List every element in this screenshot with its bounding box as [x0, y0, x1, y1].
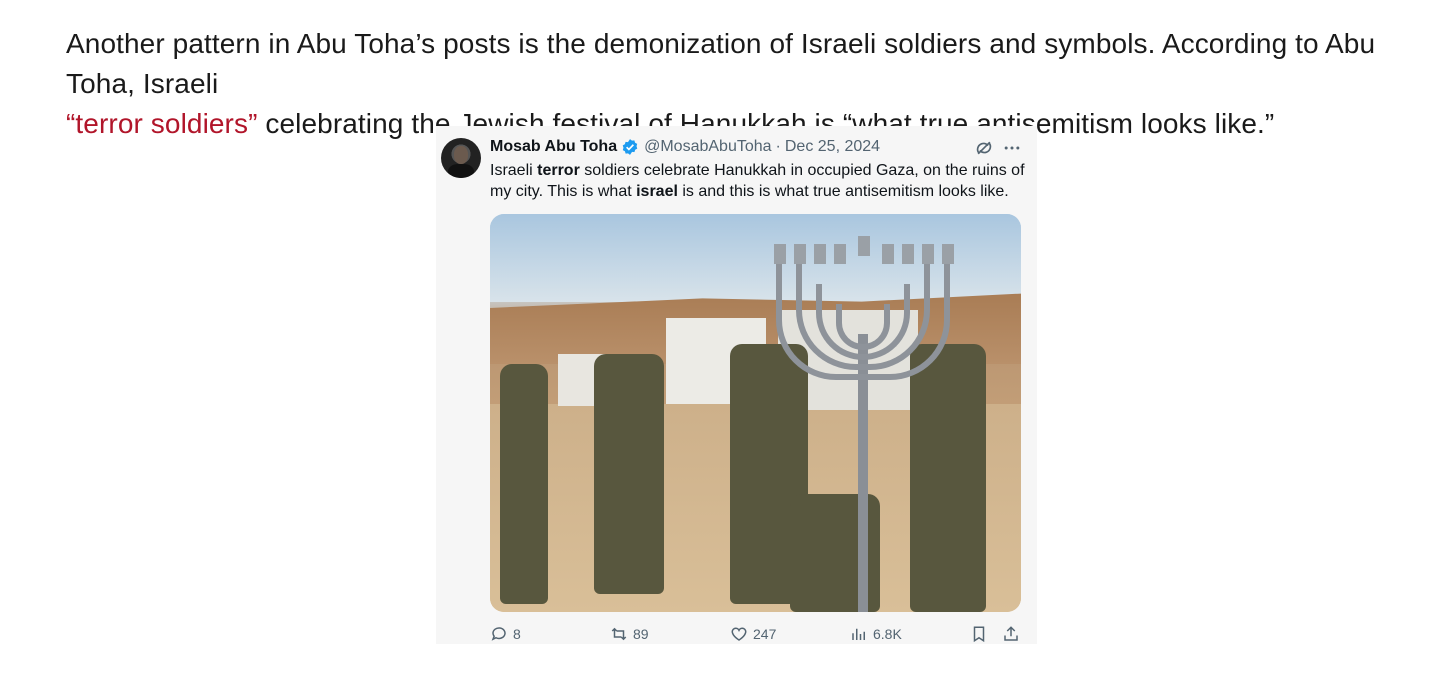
photo-soldier	[594, 354, 664, 594]
share-icon	[1004, 626, 1018, 641]
repost-count: 89	[633, 626, 649, 642]
tweet-text-part: Israeli	[490, 162, 538, 179]
bookmark-button[interactable]	[970, 624, 993, 644]
photo-soldier	[910, 344, 986, 612]
more-icon[interactable]	[1002, 138, 1022, 158]
views-count: 6.8K	[873, 626, 902, 642]
like-button[interactable]: 247	[730, 624, 776, 644]
tweet-text: Israeli terror soldiers celebrate Hanukk…	[490, 160, 1030, 202]
like-icon	[731, 627, 747, 641]
article-line-1: Another pattern in Abu Toha’s posts is t…	[66, 28, 1376, 99]
photo-menorah-cup	[794, 244, 806, 264]
tweet-header: Mosab Abu Toha @MosabAbuToha · Dec 25, 2…	[490, 136, 880, 158]
header-separator: ·	[775, 138, 781, 155]
views-icon	[852, 628, 865, 640]
author-name[interactable]: Mosab Abu Toha	[490, 138, 617, 156]
reply-button[interactable]: 8	[490, 624, 521, 644]
share-button[interactable]	[1002, 624, 1025, 644]
tweet-text-part: is and this is what true antisemitism lo…	[677, 183, 1009, 200]
photo-menorah-cup	[834, 244, 846, 264]
photo-menorah-cup	[858, 236, 870, 256]
repost-button[interactable]: 89	[610, 624, 649, 644]
grok-icon[interactable]	[974, 138, 994, 158]
photo-menorah-arm	[776, 254, 950, 380]
post-date[interactable]: Dec 25, 2024	[785, 138, 880, 156]
article-highlight-quote: “terror soldiers”	[66, 108, 258, 139]
tweet-text-bold: terror	[537, 162, 580, 179]
reply-count: 8	[513, 626, 521, 642]
tweet-photo[interactable]	[490, 214, 1021, 612]
verified-badge-icon	[622, 139, 638, 155]
photo-soldier	[500, 364, 548, 604]
photo-menorah-cup	[942, 244, 954, 264]
author-handle[interactable]: @MosabAbuToha	[644, 138, 771, 156]
views-button[interactable]: 6.8K	[850, 624, 902, 644]
photo-menorah-cup	[774, 244, 786, 264]
avatar-body	[448, 164, 474, 178]
photo-menorah-cup	[814, 244, 826, 264]
tweet-text-bold: israel	[636, 183, 678, 200]
photo-menorah-cup	[902, 244, 914, 264]
reply-icon	[491, 627, 506, 641]
tweet-actions: 8 89 247 6.8K	[490, 624, 1030, 646]
bookmark-icon	[973, 626, 985, 643]
photo-menorah-cup	[882, 244, 894, 264]
photo-menorah-cup	[922, 244, 934, 264]
avatar-face	[454, 146, 468, 164]
embedded-tweet[interactable]: Mosab Abu Toha @MosabAbuToha · Dec 25, 2…	[436, 126, 1037, 644]
avatar[interactable]	[441, 138, 481, 178]
like-count: 247	[753, 626, 777, 642]
repost-icon	[611, 627, 627, 641]
